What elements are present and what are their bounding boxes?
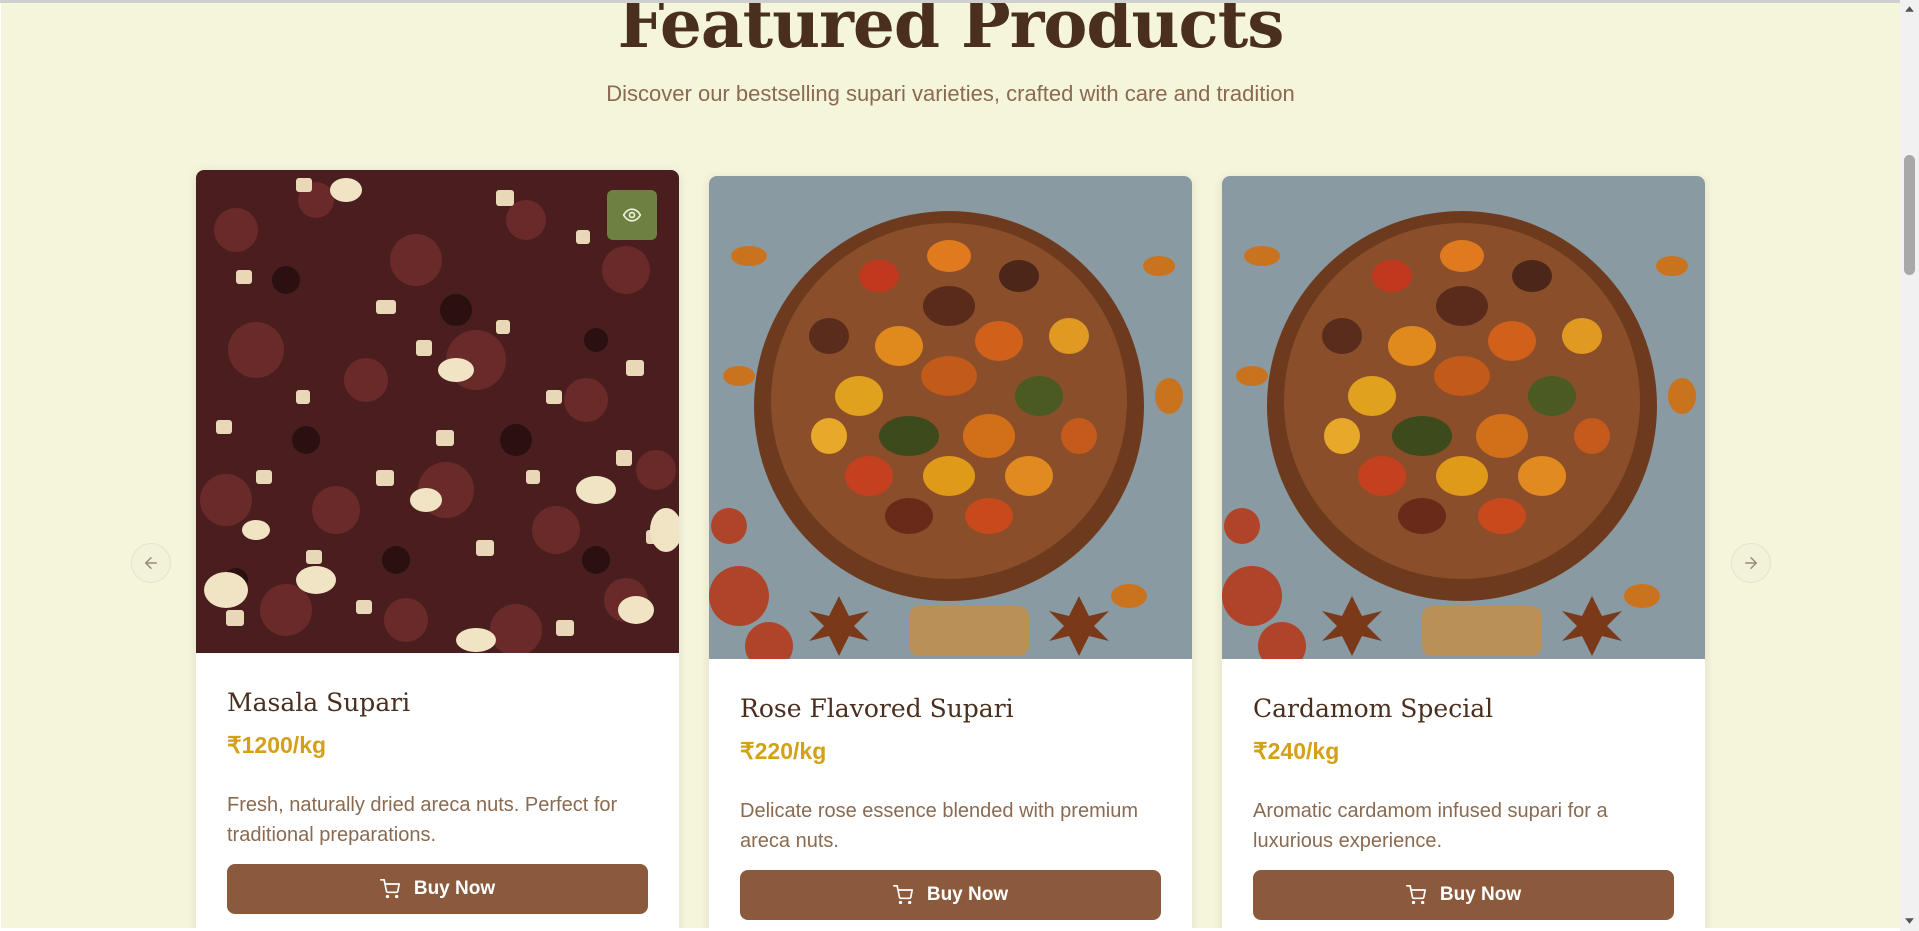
cart-icon: [379, 879, 400, 899]
product-image: [709, 176, 1192, 659]
scroll-up-arrow-icon[interactable]: [1904, 4, 1915, 15]
vertical-scrollbar[interactable]: [1900, 0, 1919, 931]
carousel-prev-button[interactable]: [131, 543, 171, 583]
buy-now-label: Buy Now: [926, 884, 1009, 905]
product-description: Delicate rose essence blended with premi…: [740, 800, 1138, 852]
arrow-right-icon: [1745, 557, 1757, 569]
product-description: Aromatic cardamom infused supari for a l…: [1253, 800, 1608, 852]
product-price: ₹1200/kg: [227, 732, 327, 758]
carousel-next-button[interactable]: [1731, 543, 1771, 583]
arrow-left-icon: [145, 557, 157, 569]
product-price: ₹240/kg: [1253, 738, 1340, 764]
product-name: Rose Flavored Supari: [740, 694, 1014, 723]
section-title: Featured Products: [617, 3, 1285, 63]
buy-now-label: Buy Now: [1439, 884, 1522, 905]
product-card[interactable]: Masala Supari ₹1200/kg Fresh, naturally …: [196, 170, 679, 928]
section-subtitle: Discover our bestselling supari varietie…: [606, 81, 1295, 106]
buy-now-button[interactable]: Buy Now: [227, 864, 648, 914]
cart-icon: [892, 885, 913, 905]
buy-now-label: Buy Now: [413, 878, 496, 899]
product-price: ₹220/kg: [740, 738, 827, 764]
quick-view-button[interactable]: [607, 190, 657, 240]
scrollbar-thumb[interactable]: [1904, 155, 1915, 275]
product-description: Fresh, naturally dried areca nuts. Perfe…: [227, 794, 618, 846]
product-image: [1222, 176, 1705, 659]
cart-icon: [1405, 885, 1426, 905]
product-image: [196, 170, 679, 653]
buy-now-button[interactable]: Buy Now: [1253, 870, 1674, 920]
product-card[interactable]: Cardamom Special ₹240/kg Aromatic cardam…: [1222, 176, 1705, 928]
buy-now-button[interactable]: Buy Now: [740, 870, 1161, 920]
product-name: Cardamom Special: [1253, 694, 1494, 723]
product-card[interactable]: Rose Flavored Supari ₹220/kg Delicate ro…: [709, 176, 1192, 928]
product-name: Masala Supari: [227, 688, 411, 717]
page-viewport: Featured Products Discover our bestselli…: [1, 3, 1900, 928]
eye-icon: [622, 208, 642, 222]
scroll-down-arrow-icon[interactable]: [1904, 915, 1915, 926]
